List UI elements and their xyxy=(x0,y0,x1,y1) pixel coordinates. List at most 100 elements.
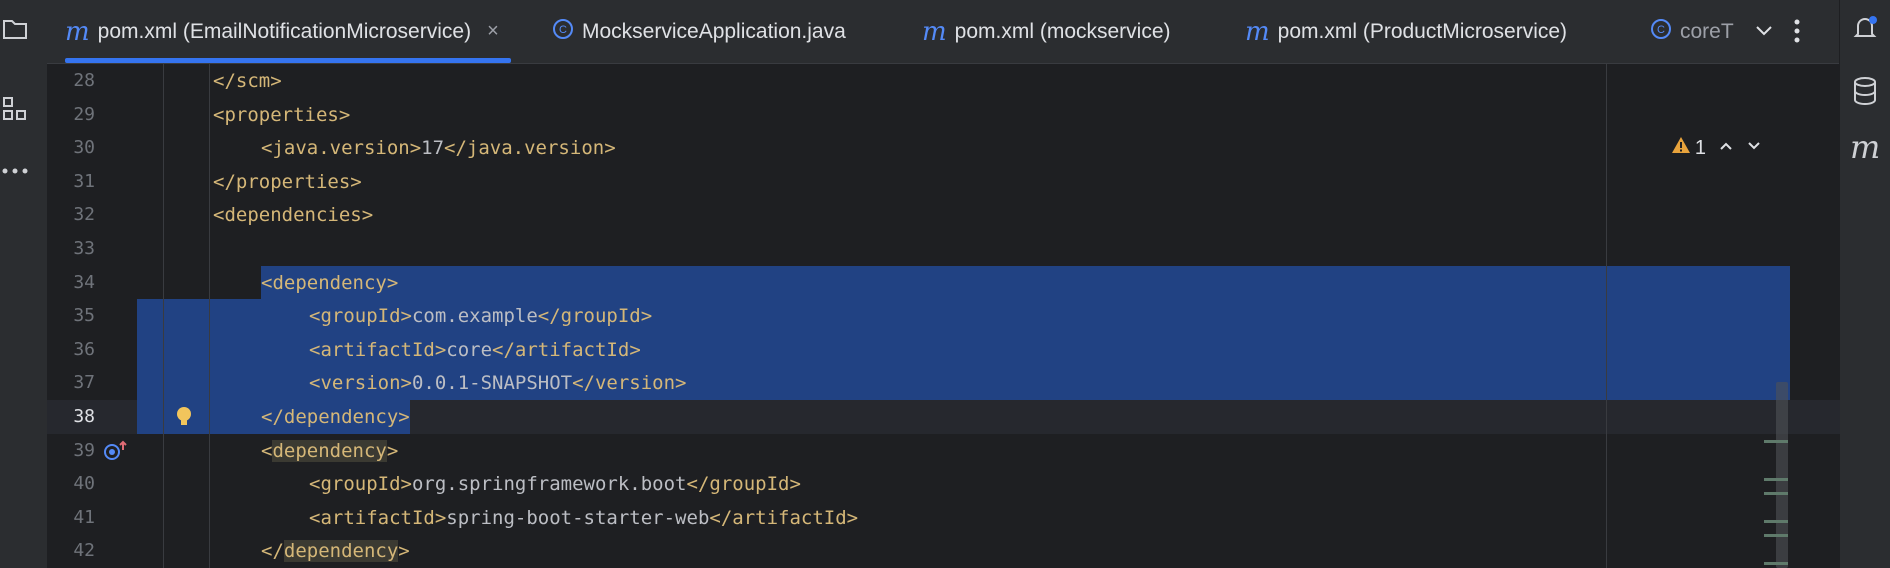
code-text: </dependency> xyxy=(261,534,410,568)
maven-dependency-gutter-icon[interactable] xyxy=(103,440,129,467)
selection-highlight xyxy=(261,265,1790,300)
code-line[interactable]: 36 <artifactId>core</artifactId> xyxy=(47,332,1840,367)
code-line[interactable]: 28 </scm> xyxy=(47,64,1840,98)
inspection-widget[interactable]: 1 xyxy=(1671,136,1762,160)
tab-mockservice-application[interactable]: C MockserviceApplication.java xyxy=(552,0,846,63)
code-line[interactable]: 38 </dependency> xyxy=(47,400,1840,434)
code-line[interactable]: 30 <java.version>17</java.version> xyxy=(47,131,1840,165)
code-line[interactable]: 32 <dependencies> xyxy=(47,198,1840,232)
code-line[interactable]: 34 <dependency> xyxy=(47,265,1840,300)
line-number: 31 xyxy=(73,170,95,192)
scroll-marker xyxy=(1764,492,1788,495)
database-icon[interactable] xyxy=(1852,76,1878,111)
xml-tag: <groupId> xyxy=(309,305,412,328)
scroll-marker xyxy=(1764,562,1788,565)
code-line[interactable]: 35 <groupId>com.example</groupId> xyxy=(47,299,1840,334)
intention-bulb-icon[interactable] xyxy=(175,406,193,433)
line-number: 41 xyxy=(73,506,95,528)
line-number: 30 xyxy=(73,137,95,159)
xml-tag: </properties> xyxy=(213,170,362,193)
line-number: 29 xyxy=(73,103,95,125)
left-tool-strip xyxy=(0,0,48,568)
tab-options-icon[interactable] xyxy=(1793,18,1801,49)
tab-label: pom.xml (ProductMicroservice) xyxy=(1277,19,1568,43)
xml-tag: <groupId> xyxy=(309,473,412,496)
xml-tag: > xyxy=(386,439,399,462)
xml-text: 17 xyxy=(421,137,445,160)
xml-tag: dependency xyxy=(272,439,387,462)
line-number: 35 xyxy=(73,305,95,327)
close-tab-icon[interactable]: × xyxy=(487,20,499,43)
line-number: 28 xyxy=(73,70,95,91)
line-number: 38 xyxy=(73,406,95,427)
code-line[interactable]: 33 xyxy=(47,232,1840,266)
xml-tag: <java.version> xyxy=(261,137,422,160)
tab-pom-product[interactable]: m pom.xml (ProductMicroservice) xyxy=(1245,0,1567,63)
code-line[interactable]: 41 <artifactId>spring-boot-starter-web</a… xyxy=(47,501,1840,535)
scroll-marker xyxy=(1764,440,1788,443)
line-number: 40 xyxy=(73,473,95,495)
tab-pom-mockservice[interactable]: m pom.xml (mockservice) xyxy=(922,0,1171,63)
xml-tag: <version> xyxy=(309,372,412,395)
xml-tag: </java.version> xyxy=(444,137,616,160)
code-text: <groupId>org.springframework.boot</group… xyxy=(309,467,801,501)
tab-label: coreT xyxy=(1680,19,1734,43)
maven-tool-icon[interactable]: m xyxy=(1850,128,1880,166)
previous-highlight-icon[interactable] xyxy=(1718,137,1734,160)
xml-tag: <artifactId> xyxy=(309,338,447,361)
xml-tag: dependency xyxy=(283,540,399,563)
code-text: <java.version>17</java.version> xyxy=(261,131,616,165)
code-editor[interactable]: 28 </scm> 29 <properties> 30 <java.version>17… xyxy=(47,64,1840,568)
tab-label: MockserviceApplication.java xyxy=(582,19,846,43)
svg-text:C: C xyxy=(559,24,567,36)
xml-tag: <dependencies> xyxy=(213,204,374,227)
code-line[interactable]: 42 </dependency> xyxy=(47,534,1840,568)
scroll-marker xyxy=(1764,520,1788,523)
xml-tag: > xyxy=(398,540,410,563)
class-c-icon: C xyxy=(1650,18,1672,46)
svg-text:C: C xyxy=(1657,24,1665,36)
next-highlight-icon[interactable] xyxy=(1746,137,1762,160)
project-folder-icon[interactable] xyxy=(0,14,30,44)
warning-icon xyxy=(1671,136,1691,160)
warning-count: 1 xyxy=(1694,136,1706,159)
xml-text: 0.0.1-SNAPSHOT xyxy=(411,372,573,395)
xml-tag: </version> xyxy=(572,372,687,395)
code-line[interactable]: 31 </properties> xyxy=(47,165,1840,199)
xml-tag: </artifactId> xyxy=(492,338,641,361)
code-text: <groupId>com.example</groupId> xyxy=(309,299,652,333)
xml-text: com.example xyxy=(411,305,538,328)
gutter-divider xyxy=(163,64,164,568)
line-number: 32 xyxy=(73,204,95,226)
code-line[interactable]: 40 <groupId>org.springframework.boot</gro… xyxy=(47,467,1840,501)
maven-m-icon: m xyxy=(65,16,90,47)
tab-pom-email[interactable]: m pom.xml (EmailNotificationMicroservice… xyxy=(65,0,511,63)
code-text: <dependencies> xyxy=(213,198,373,232)
scroll-marker xyxy=(1764,478,1788,481)
code-text: <dependency> xyxy=(261,266,398,300)
notifications-icon[interactable] xyxy=(1851,14,1879,47)
line-number: 33 xyxy=(73,238,95,259)
xml-tag: </artifactId> xyxy=(709,506,859,529)
code-text: <version>0.0.1-SNAPSHOT</version> xyxy=(309,366,687,400)
code-text: </dependency> xyxy=(261,400,410,434)
xml-text: core xyxy=(446,338,493,361)
scroll-marker xyxy=(1764,534,1788,537)
tab-label: pom.xml (EmailNotificationMicroservice) xyxy=(97,19,472,43)
tab-label: pom.xml (mockservice) xyxy=(954,19,1171,43)
code-line[interactable]: 39 <dependency> xyxy=(47,434,1840,468)
code-text: <properties> xyxy=(213,98,350,132)
java-class-icon: C xyxy=(552,18,574,46)
structure-icon[interactable] xyxy=(0,94,30,124)
more-tools-icon[interactable] xyxy=(0,156,30,186)
code-line[interactable]: 29 <properties> xyxy=(47,98,1840,132)
xml-tag: </ xyxy=(261,540,284,563)
line-number: 37 xyxy=(73,372,95,394)
code-line[interactable]: 37 <version>0.0.1-SNAPSHOT</version> xyxy=(47,366,1840,401)
code-text: <artifactId>core</artifactId> xyxy=(309,333,641,367)
vertical-scrollbar[interactable] xyxy=(1776,382,1788,568)
maven-m-icon: m xyxy=(922,16,947,47)
line-number: 36 xyxy=(73,338,95,360)
tab-list-chevron-icon[interactable] xyxy=(1752,18,1776,47)
maven-m-icon: m xyxy=(1245,16,1270,47)
